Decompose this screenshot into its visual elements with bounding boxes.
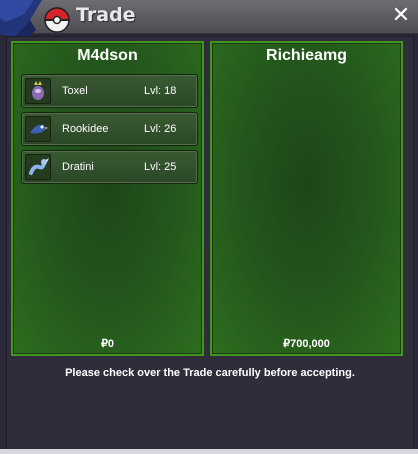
my-money-offer: ₽0 [100,338,115,350]
offered-pokemon-row[interactable]: Rookidee Lvl: 26 [21,112,198,146]
offered-pokemon-row[interactable]: Dratini Lvl: 25 [21,150,198,184]
trade-content: M4dson Toxel Lvl: 18 Rookidee Lvl: 26 Dr… [6,36,414,451]
their-offer-panel: Richieamg ₽700,000 [210,41,403,356]
pokemon-name: Dratini [62,161,94,173]
pokeball-logo-icon [0,0,70,40]
their-player-name: Richieamg [266,47,347,64]
trade-notice: Please check over the Trade carefully be… [65,367,355,379]
pokemon-level: Lvl: 26 [144,123,177,135]
title-bar[interactable]: Trade ✕ [0,0,418,40]
pokemon-level: Lvl: 25 [144,161,177,173]
window-title: Trade [76,4,136,26]
their-money-offer: ₽700,000 [283,338,330,350]
my-offer-panel: M4dson Toxel Lvl: 18 Rookidee Lvl: 26 Dr… [11,41,204,356]
trade-window: Trade ✕ M4dson Toxel Lvl: 18 Rookidee Lv… [0,0,418,454]
pokemon-level: Lvl: 18 [144,85,177,97]
toxel-icon [25,78,51,104]
dratini-icon [25,154,51,180]
close-icon[interactable]: ✕ [388,2,414,28]
pokemon-name: Toxel [62,85,88,97]
pokemon-name: Rookidee [62,123,109,135]
rookidee-icon [25,116,51,142]
bottom-edge [0,449,418,454]
offered-pokemon-row[interactable]: Toxel Lvl: 18 [21,74,198,108]
my-player-name: M4dson [77,47,138,64]
